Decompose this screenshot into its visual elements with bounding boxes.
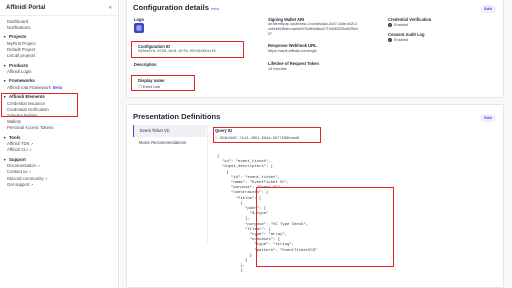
presentation-title: Presentation Definitions	[133, 112, 221, 121]
app-logo	[134, 23, 144, 33]
display-name-text: Event Iota	[142, 85, 160, 89]
edit-presentation-button[interactable]: Edit	[480, 114, 496, 122]
check-circle-icon: ✓	[388, 23, 392, 27]
presentation-definition-json: { "id": "event_ticket", "input_descripto…	[217, 155, 317, 275]
sidebar-item-iota-framework[interactable]: Affinidi Iota Framework Beta	[0, 85, 118, 91]
sidebar-section-tools[interactable]: ▼ Tools	[0, 135, 118, 142]
query-id-text: 053b0b0f-7b13-4651-964a-95f7568bead8	[219, 137, 300, 141]
signing-wallet-value-2: cb6eb62f6dec:wallet/076dfb5d8a42710d3632…	[268, 27, 358, 31]
external-link-icon: ↗	[44, 176, 48, 181]
section-label: Projects	[9, 34, 27, 40]
sidebar-item-get-support[interactable]: Get support↗	[0, 182, 118, 188]
query-id-value: ❐ 053b0b0f-7b13-4651-964a-95f7568bead8	[215, 135, 299, 141]
description-label: Description	[134, 62, 157, 67]
webhook-label: Response Webhook URL	[268, 43, 317, 48]
external-link-icon: ↗	[28, 148, 32, 153]
sidebar-item-label: Get support	[7, 181, 30, 187]
sidebar-section-products[interactable]: ▼ Products	[0, 63, 118, 70]
sidebar-item-notifications[interactable]: Notifications	[0, 25, 118, 31]
sidebar-section-projects[interactable]: ▼ Projects	[0, 34, 118, 41]
display-name-value: ❐ Event Iota	[138, 84, 160, 89]
consent-audit-status: ✓ Enabled	[388, 38, 408, 42]
display-name-label: Display name	[138, 78, 165, 83]
tabs-divider	[207, 125, 208, 243]
sidebar-section-frameworks[interactable]: ▼ Frameworks	[0, 78, 118, 85]
sidebar-item-affinidi-cli[interactable]: Affinidi CLI↗	[0, 147, 118, 153]
card-title-text: Configuration details	[133, 3, 209, 12]
edit-config-button[interactable]: Edit	[480, 5, 496, 13]
query-id-label: Query ID	[215, 128, 233, 133]
logo-label: Logo	[134, 17, 145, 22]
brand-title: Affinidi Portal	[6, 4, 46, 11]
sidebar-item-label: Affinidi Iota Framework	[7, 84, 51, 90]
section-label: Tools	[9, 134, 21, 140]
webhook-value: https://vault.affinidi.com/login	[268, 49, 317, 53]
sidebar-section-elements[interactable]: ▼ Affinidi Elements	[0, 94, 118, 101]
sidebar-item-affinidi-login[interactable]: Affinidi Login	[0, 69, 118, 75]
caret-down-icon: ▼	[3, 63, 7, 68]
external-link-icon: ↗	[30, 142, 34, 147]
caret-down-icon: ▼	[3, 135, 7, 140]
status-text: Enabled	[394, 23, 408, 27]
credential-verification-status: ✓ Enabled	[388, 23, 408, 27]
presentation-card: Presentation Definitions Edit Event Tick…	[126, 104, 504, 288]
caret-down-icon: ▼	[3, 79, 7, 84]
beta-badge: Beta	[52, 84, 63, 90]
configuration-title: Configuration details beta	[133, 3, 219, 12]
code-line: {	[217, 269, 243, 274]
signing-wallet-value-3: 97	[268, 32, 272, 36]
sidebar-item-label: Affinidi CLI	[7, 147, 28, 153]
section-label: Affinidi Elements	[9, 94, 45, 100]
main-content: Configuration details beta Edit Logo Conf…	[120, 0, 512, 288]
sidebar-nav: Dashboard Notifications ▼ Projects MyFirs…	[0, 16, 118, 188]
lifetime-value: 10 minutes	[268, 67, 287, 71]
tab-event-ticket-vc[interactable]: Event Ticket VC	[133, 125, 206, 137]
sidebar-item-list-projects[interactable]: List all projects	[0, 53, 118, 59]
definition-tabs: Event Ticket VC Music Recommendations	[133, 125, 206, 149]
copy-icon[interactable]: ❐	[138, 84, 142, 89]
external-link-icon: ↗	[36, 164, 40, 169]
config-id-value: 830ee1fa-0720-4ed1-9ff9-05fd946fa1f9	[138, 50, 216, 54]
signing-wallet-value-1: ari:identity:ap-southeast-1:ccbdea4ac-0c…	[268, 22, 358, 26]
credential-verification-label: Credential Verification	[388, 17, 432, 22]
configuration-card: Configuration details beta Edit Logo Conf…	[126, 0, 504, 98]
tab-music-recommendations[interactable]: Music Recommendations	[133, 137, 206, 149]
section-label: Frameworks	[9, 78, 35, 84]
chevron-double-left-icon[interactable]: «	[109, 5, 112, 11]
lifetime-label: Lifetime of Request Token	[268, 61, 319, 66]
consent-audit-label: Consent Audit Log	[388, 32, 425, 37]
logo-icon	[136, 25, 142, 31]
sidebar-item-label: Contact us	[7, 169, 28, 175]
sidebar-item-access-tokens[interactable]: Personal Access Tokens	[0, 125, 118, 131]
sidebar-item-label: Documentation	[7, 163, 36, 169]
beta-badge: beta	[210, 6, 219, 11]
status-text: Enabled	[394, 38, 408, 42]
caret-down-icon: ▼	[3, 157, 7, 162]
copy-icon[interactable]: ❐	[215, 137, 217, 141]
sidebar: Affinidi Portal « Dashboard Notification…	[0, 0, 119, 288]
external-link-icon: ↗	[30, 182, 34, 187]
section-label: Products	[9, 62, 29, 68]
sidebar-header: Affinidi Portal «	[0, 0, 118, 16]
sidebar-section-support[interactable]: ▼ Support	[0, 157, 118, 164]
section-label: Support	[9, 156, 26, 162]
sidebar-item-label: Discord community	[7, 175, 44, 181]
external-link-icon: ↗	[28, 170, 32, 175]
check-circle-icon: ✓	[388, 38, 392, 42]
sidebar-item-label: Affinidi TDK	[7, 141, 30, 147]
caret-down-icon: ▼	[3, 35, 7, 40]
config-id-label: Configuration ID	[138, 44, 171, 49]
caret-down-icon: ▼	[3, 95, 7, 100]
